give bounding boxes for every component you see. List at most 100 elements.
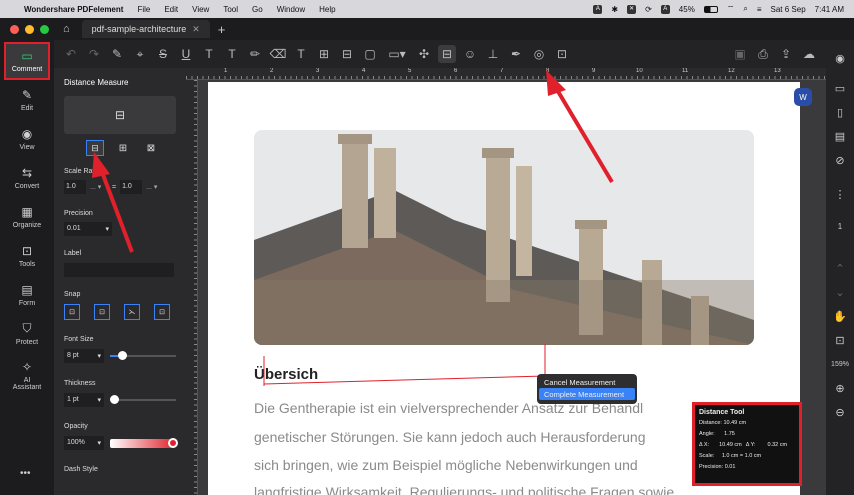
precision-select[interactable]: 0.01 ▾ <box>64 222 112 236</box>
menu-file[interactable]: File <box>137 5 150 14</box>
stamp-icon[interactable]: ⊥ <box>484 45 502 63</box>
nav-ai-assistant[interactable]: ✧ AI Assistant <box>0 353 54 397</box>
close-window-button[interactable] <box>10 24 19 34</box>
nav-view[interactable]: ◉ View <box>0 119 54 158</box>
ai-sidebar-icon[interactable]: ◉ <box>826 46 854 70</box>
attachment-icon[interactable]: ⊘ <box>826 148 854 172</box>
text-icon[interactable]: T <box>292 45 310 63</box>
cancel-measurement-item[interactable]: Cancel Measurement <box>539 376 635 388</box>
new-tab-icon[interactable]: + <box>218 22 226 37</box>
home-icon[interactable]: ⌂ <box>63 23 70 35</box>
strikethrough-icon[interactable]: S <box>154 45 172 63</box>
shape-icon[interactable]: ▭▾ <box>384 45 410 63</box>
sticker-icon[interactable]: ☺ <box>461 45 479 63</box>
zoom-in-icon[interactable]: ⊕ <box>826 376 854 400</box>
status-close-icon[interactable]: ✕ <box>627 4 637 14</box>
nav-convert[interactable]: ⇆ Convert <box>0 158 54 197</box>
thickness-slider[interactable] <box>110 395 176 404</box>
zoom-window-button[interactable] <box>40 24 49 34</box>
document-tab[interactable]: pdf-sample-architecture ✕ <box>81 20 210 38</box>
hide-annotations-icon[interactable]: ◎ <box>530 45 548 63</box>
scroll-down-icon[interactable]: ⌄ <box>826 280 854 304</box>
menu-go[interactable]: Go <box>252 5 263 14</box>
nav-form[interactable]: ▤ Form <box>0 275 54 314</box>
menu-window[interactable]: Window <box>277 5 305 14</box>
page-number[interactable]: 1 <box>826 214 854 238</box>
bluetooth-icon[interactable]: ✱ <box>611 5 618 14</box>
control-center-icon[interactable]: ≡ <box>757 5 762 14</box>
eraser-icon[interactable]: ⌫ <box>269 45 287 63</box>
status-app-icon[interactable]: A <box>593 4 603 14</box>
area-highlight-icon[interactable]: ⌖ <box>131 45 149 63</box>
slider-thumb[interactable] <box>168 437 178 448</box>
snap-endpoint-icon[interactable]: ⊡ <box>64 304 80 320</box>
highlight-icon[interactable]: ✎ <box>108 45 126 63</box>
perimeter-type-icon[interactable]: ⊞ <box>114 140 132 156</box>
hand-icon[interactable]: ✋ <box>826 304 854 328</box>
snap-path-icon[interactable]: ⊡ <box>154 304 170 320</box>
redo-icon[interactable]: ↷ <box>85 45 103 63</box>
signature-icon[interactable]: ✒ <box>507 45 525 63</box>
thickness-select[interactable]: 1 pt ▾ <box>64 393 104 407</box>
more-vertical-icon[interactable]: ⋮ <box>826 182 854 206</box>
opacity-slider[interactable] <box>110 437 178 448</box>
nav-organize[interactable]: ▦ Organize <box>0 197 54 236</box>
menu-edit[interactable]: Edit <box>164 5 178 14</box>
share-icon[interactable]: ⇪ <box>777 45 795 63</box>
comments-panel-icon[interactable]: ▭ <box>826 76 854 100</box>
more-icon[interactable]: ••• <box>20 468 31 479</box>
undo-icon[interactable]: ↶ <box>62 45 80 63</box>
snap-intersection-icon[interactable]: ⋋ <box>124 304 140 320</box>
insert-text-icon[interactable]: T <box>223 45 241 63</box>
area-type-icon[interactable]: ⊠ <box>142 140 160 156</box>
minimize-window-button[interactable] <box>25 24 34 34</box>
menu-help[interactable]: Help <box>319 5 335 14</box>
nav-edit[interactable]: ✎ Edit <box>0 80 54 119</box>
nav-protect[interactable]: ⛉ Protect <box>0 314 54 353</box>
select-icon[interactable]: ⊡ <box>826 328 854 352</box>
battery-icon[interactable] <box>703 5 718 13</box>
input-source-icon[interactable]: A <box>660 4 670 14</box>
text-box-icon[interactable]: ⊞ <box>315 45 333 63</box>
sticky-note-icon[interactable]: ▢ <box>361 45 379 63</box>
font-size-slider[interactable] <box>110 351 176 360</box>
save-icon[interactable]: ▣ <box>731 45 749 63</box>
wifi-icon[interactable]: ⌔ <box>727 4 735 14</box>
distance-type-icon[interactable]: ⊟ <box>86 140 104 156</box>
slider-thumb[interactable] <box>110 395 119 404</box>
underline-icon[interactable]: U <box>177 45 195 63</box>
ai-floating-icon[interactable]: W <box>794 88 812 106</box>
zoom-out-icon[interactable]: ⊖ <box>826 400 854 424</box>
menu-tool[interactable]: Tool <box>223 5 238 14</box>
callout-icon[interactable]: ⊟ <box>338 45 356 63</box>
measure-icon[interactable]: ⊟ <box>438 45 456 63</box>
snap-midpoint-icon[interactable]: ⊡ <box>94 304 110 320</box>
label-input[interactable] <box>64 263 174 277</box>
scale-left-input[interactable]: 1.0 <box>64 180 86 194</box>
pencil-icon[interactable]: ✏ <box>246 45 264 63</box>
scale-right-unit-dropdown[interactable]: ... ▾ <box>146 183 166 191</box>
nav-tools[interactable]: ⊡ Tools <box>0 236 54 275</box>
tab-close-icon[interactable]: ✕ <box>192 24 200 35</box>
document-canvas[interactable]: Übersich Die Gentherapie ist ein vielver… <box>198 80 826 495</box>
comment-list-icon[interactable]: ⊡ <box>553 45 571 63</box>
scale-right-input[interactable]: 1.0 <box>120 180 143 194</box>
slider-thumb[interactable] <box>118 351 127 360</box>
complete-measurement-item[interactable]: Complete Measurement <box>539 388 635 400</box>
menu-view[interactable]: View <box>192 5 209 14</box>
print-icon[interactable]: ⎙ <box>754 45 772 63</box>
scale-left-unit-dropdown[interactable]: ... ▾ <box>90 183 108 191</box>
pdf-properties-icon[interactable]: ▤ <box>826 124 854 148</box>
cloud-upload-icon[interactable]: ☁ <box>800 45 818 63</box>
file-icon[interactable]: ▯ <box>826 100 854 124</box>
sync-icon[interactable]: ⟳ <box>645 5 652 14</box>
opacity-select[interactable]: 100% ▾ <box>64 436 104 450</box>
pin-icon[interactable]: ✣ <box>415 45 433 63</box>
zoom-level[interactable]: 159% <box>826 352 854 376</box>
nav-comment[interactable]: ▭ Comment <box>4 42 50 80</box>
replace-text-icon[interactable]: T <box>200 45 218 63</box>
scroll-up-icon[interactable]: ⌃ <box>826 256 854 280</box>
app-menu[interactable]: Wondershare PDFelement <box>24 5 123 14</box>
spotlight-icon[interactable]: ⌕ <box>743 4 747 14</box>
font-size-select[interactable]: 8 pt ▾ <box>64 349 104 363</box>
